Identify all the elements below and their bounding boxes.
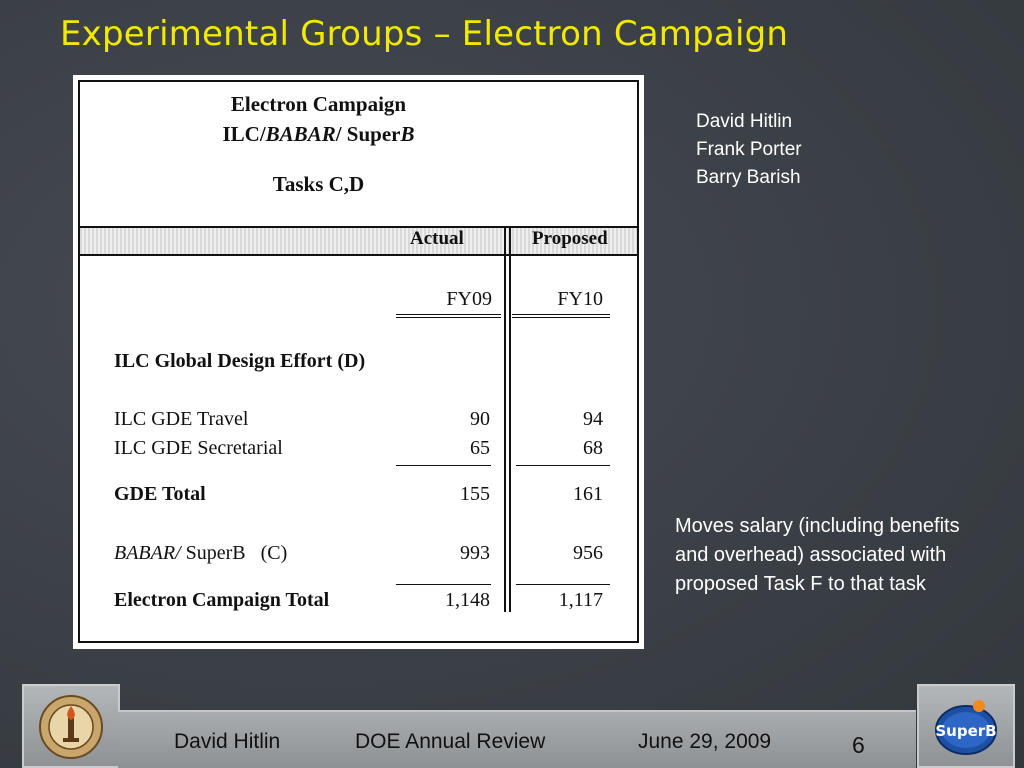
column-divider [509,226,511,612]
col-header-proposed: Proposed [532,228,608,249]
presenter-name: David Hitlin [696,111,793,132]
year-rule [396,317,501,318]
year-rule [512,314,610,315]
row-fy10: 1,117 [558,589,603,611]
page-number: 6 [852,732,865,758]
presenter-name: Barry Barish [696,167,801,188]
superb-logo-text: SuperB [935,722,996,740]
row-fy09: 65 [470,437,490,459]
row-label: BABAR/ SuperB (C) [114,542,287,565]
row-label: ILC GDE Secretarial [114,437,283,459]
row-label-italic: BABAR/ [114,542,181,564]
left-logo-box [22,684,120,768]
table-header-block: Electron Campaign ILC/BABAR/ SuperB Task… [80,82,637,228]
row-fy10: 68 [583,437,603,459]
row-label-rest: SuperB (C) [180,542,288,564]
footer-author: David Hitlin [174,730,281,753]
row-fy10: 956 [573,542,603,564]
column-divider [504,226,506,612]
year-rule [512,317,610,318]
subtotal-rule [516,465,610,466]
presenter-names: David Hitlin Frank Porter Barry Barish [696,108,802,192]
budget-table: Electron Campaign ILC/BABAR/ SuperB Task… [78,80,639,643]
row-label: Electron Campaign Total [114,589,330,611]
table-subtitle: ILC/BABAR/ SuperB [40,122,597,147]
footer-event: DOE Annual Review [355,730,546,753]
row-fy09: 155 [460,483,490,505]
row-fy09: 90 [470,408,490,430]
row-fy09: 993 [460,542,490,564]
year-rule [396,314,501,315]
year-fy10: FY10 [557,288,603,310]
salary-note: Moves salary (including benefits and ove… [675,515,960,595]
row-label: GDE Total [114,483,206,505]
row-fy10: 161 [573,483,603,505]
table-tasks: Tasks C,D [272,172,365,196]
right-logo-box: SuperB [917,684,1015,768]
slide-title: Experimental Groups – Electron Campaign [60,14,789,54]
table-subtitle-text: ILC/BABAR/ SuperB [222,122,415,146]
column-header-band: Actual Proposed [80,228,637,256]
presenter-name: Frank Porter [696,139,802,160]
row-fy10: 94 [583,408,603,430]
subtotal-rule [396,465,491,466]
year-fy09: FY09 [446,288,492,310]
footer-date: June 29, 2009 [638,730,772,753]
col-header-actual: Actual [410,228,464,249]
section-heading: ILC Global Design Effort (D) [114,350,366,372]
superb-logo-icon: SuperB [933,694,999,760]
budget-table-panel: Electron Campaign ILC/BABAR/ SuperB Task… [73,75,644,649]
row-label: ILC GDE Travel [114,408,249,430]
footer-bar: David Hitlin DOE Annual Review June 29, … [118,710,916,768]
caltech-seal-icon [38,694,104,760]
total-rule [396,584,491,585]
row-fy09: 1,148 [445,589,490,611]
total-rule [516,584,610,585]
table-title: Electron Campaign [230,92,407,116]
